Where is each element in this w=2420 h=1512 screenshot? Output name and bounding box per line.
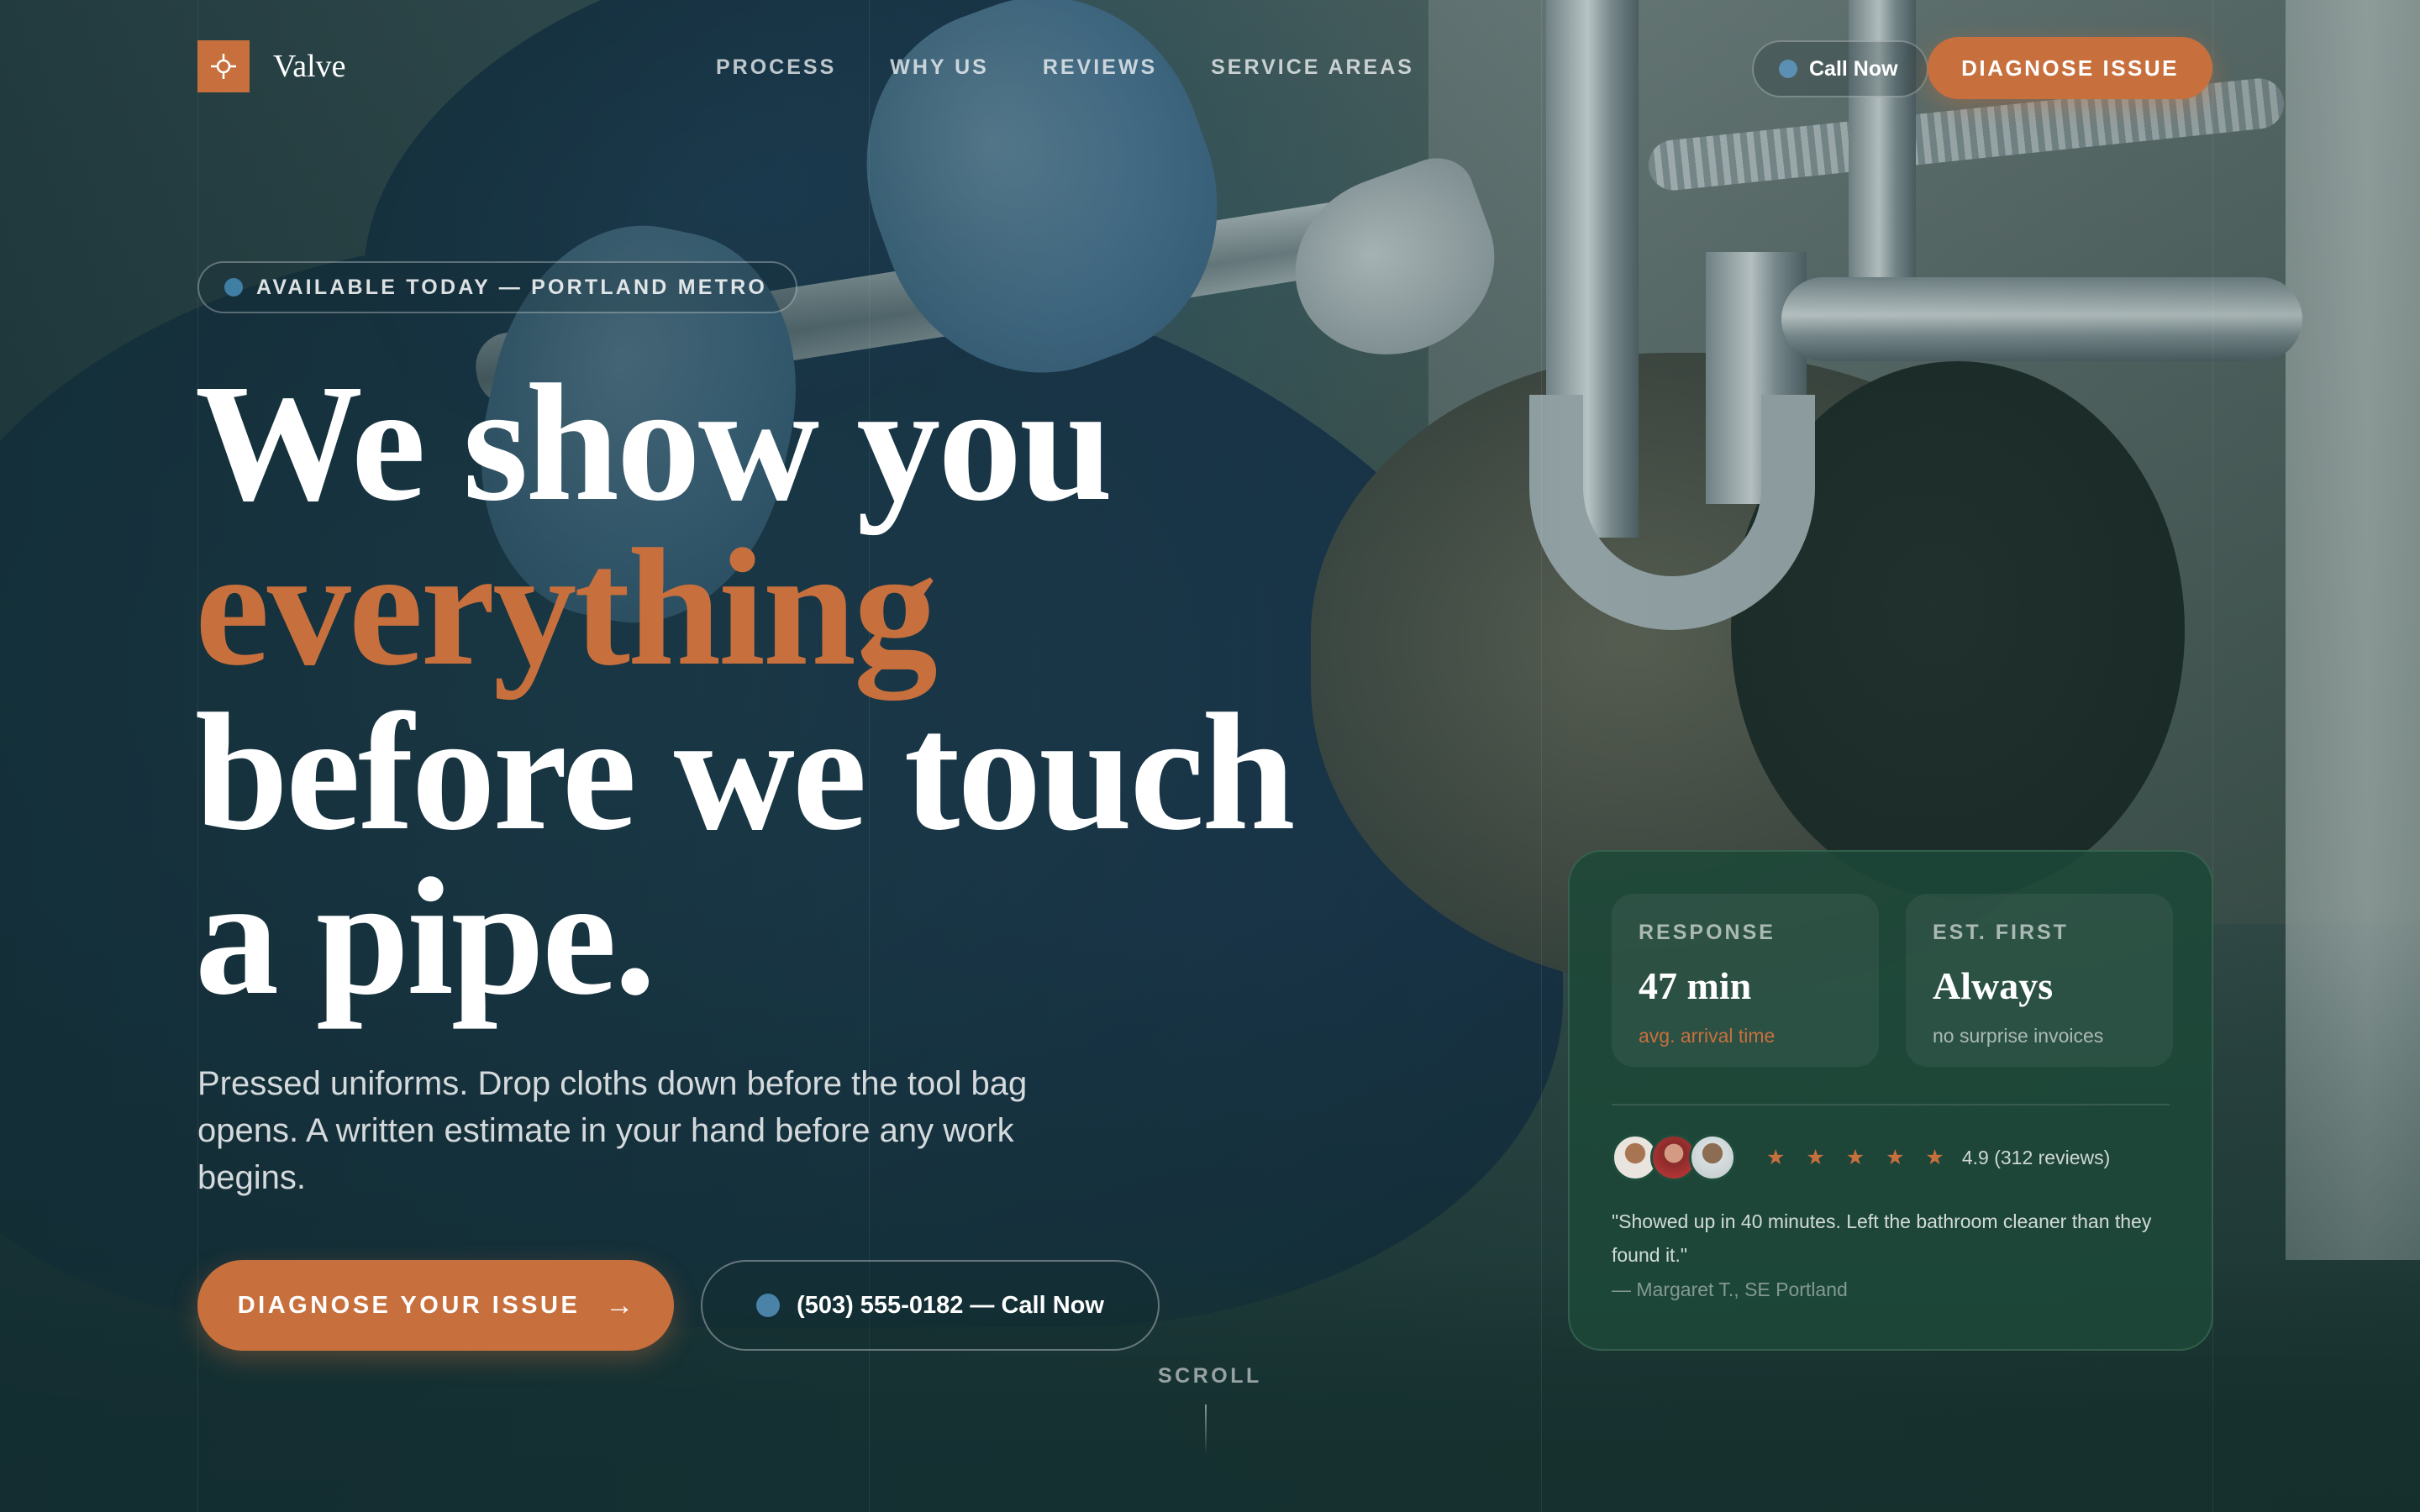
- nav-link-reviews[interactable]: REVIEWS: [1043, 55, 1157, 80]
- nav-link-why-us[interactable]: WHY US: [890, 55, 989, 80]
- review-summary: ★ ★ ★ ★ ★ 4.9 (312 reviews): [1612, 1134, 2110, 1181]
- stat-value: 47 min: [1639, 964, 1752, 1007]
- hero-subcopy: Pressed uniforms. Drop cloths down befor…: [197, 1065, 1028, 1196]
- avatar: [1689, 1134, 1736, 1181]
- diagnose-issue-button[interactable]: DIAGNOSE ISSUE: [1928, 37, 2212, 99]
- call-phone-button[interactable]: (503) 555-0182 — Call Now: [701, 1260, 1160, 1351]
- card-divider: [1612, 1104, 2170, 1105]
- headline-line: We show you: [195, 350, 1113, 536]
- rating-text: 4.9 (312 reviews): [1961, 1146, 2111, 1168]
- arrow-right-icon: →: [605, 1289, 634, 1321]
- diagnose-your-issue-button[interactable]: DIAGNOSE YOUR ISSUE →: [197, 1260, 674, 1351]
- stat-response: RESPONSE 47 min avg. arrival time: [1612, 894, 1879, 1067]
- top-nav: Valve PROCESS WHY US REVIEWS SERVICE ARE…: [197, 37, 2212, 99]
- reviewer-avatars: [1612, 1134, 1736, 1181]
- stat-note: avg. arrival time: [1639, 1025, 1776, 1047]
- status-dot-icon: [1779, 60, 1797, 78]
- review-quote: "Showed up in 40 minutes. Left the bathr…: [1612, 1210, 2152, 1266]
- stat-note: no surprise invoices: [1933, 1025, 2104, 1047]
- scroll-indicator-label[interactable]: SCROLL: [1158, 1364, 1262, 1389]
- nav-link-service-areas[interactable]: SERVICE AREAS: [1211, 55, 1414, 80]
- nav-links: PROCESS WHY US REVIEWS SERVICE AREAS: [716, 55, 1468, 80]
- diagnose-your-issue-label: DIAGNOSE YOUR ISSUE: [237, 1291, 581, 1319]
- call-now-button[interactable]: Call Now: [1752, 40, 1928, 97]
- availability-badge: AVAILABLE TODAY — PORTLAND METRO: [197, 261, 797, 313]
- trust-stats-card: RESPONSE 47 min avg. arrival time EST. F…: [1568, 850, 2213, 1351]
- call-now-label: Call Now: [1809, 56, 1898, 81]
- star-rating-icon: ★ ★ ★ ★ ★: [1766, 1146, 1952, 1169]
- headline-line: before we touch: [195, 680, 1296, 865]
- grid-line: [1541, 0, 1542, 1512]
- status-dot-icon: [756, 1294, 781, 1317]
- headline-line: a pipe.: [195, 844, 656, 1030]
- review-author: — Margaret T., SE Portland: [1612, 1278, 1848, 1300]
- stat-label: RESPONSE: [1639, 921, 1776, 944]
- stat-label: EST. FIRST: [1933, 921, 2069, 944]
- availability-text: AVAILABLE TODAY — PORTLAND METRO: [256, 275, 767, 299]
- brand-logo-link[interactable]: Valve: [197, 40, 346, 92]
- brand-name: Valve: [273, 49, 346, 84]
- hero-headline: We show you everything before we touch a…: [195, 350, 1296, 1030]
- call-phone-label: (503) 555-0182 — Call Now: [797, 1291, 1104, 1319]
- stat-estimate: EST. FIRST Always no surprise invoices: [1906, 894, 2173, 1067]
- status-dot-icon: [224, 278, 243, 297]
- nav-link-process[interactable]: PROCESS: [716, 55, 836, 80]
- headline-accent-line: everything: [195, 515, 938, 701]
- scroll-indicator-line: [1205, 1404, 1207, 1455]
- stat-value: Always: [1933, 964, 2054, 1007]
- crosshair-icon: [197, 40, 250, 92]
